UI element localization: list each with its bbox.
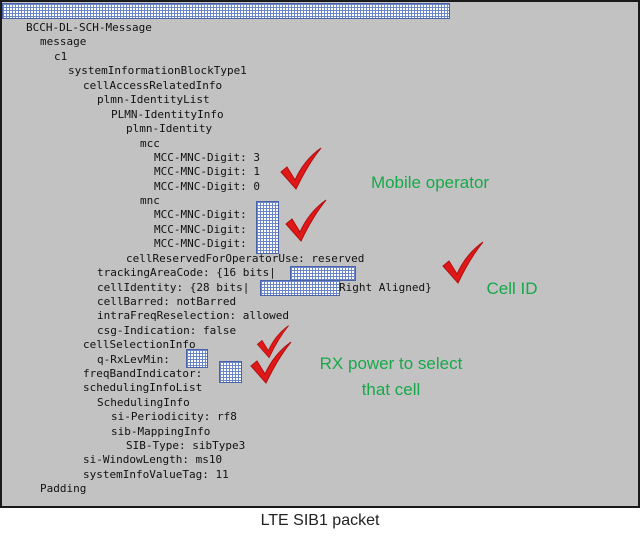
- tree-node-padding[interactable]: Padding: [40, 482, 86, 496]
- tree-node-intra-freq[interactable]: intraFreqReselection: allowed: [97, 309, 289, 323]
- tree-node-value-tag[interactable]: systemInfoValueTag: 11: [83, 468, 229, 482]
- redacted-mnc-digits: [256, 201, 279, 254]
- mcc-digit-2[interactable]: MCC-MNC-Digit: 1: [154, 165, 260, 179]
- redacted-cell-identity: [260, 280, 340, 296]
- annotation-rx-power-line2: that cell: [361, 380, 421, 399]
- figure-caption: LTE SIB1 packet: [260, 512, 380, 529]
- tree-node-message[interactable]: message: [40, 35, 86, 49]
- tree-node-cell-access[interactable]: cellAccessRelatedInfo: [83, 79, 222, 93]
- redacted-tracking-area-code: [290, 266, 356, 281]
- redacted-q-rxlevmin: [186, 349, 208, 368]
- tree-node-c1[interactable]: c1: [54, 50, 67, 64]
- tree-node-cell-barred[interactable]: cellBarred: notBarred: [97, 295, 236, 309]
- mcc-digit-3[interactable]: MCC-MNC-Digit: 0: [154, 180, 260, 194]
- tree-node-csg[interactable]: csg-Indication: false: [97, 324, 236, 338]
- tree-node-freq-band[interactable]: freqBandIndicator:: [83, 367, 202, 381]
- tree-node-plmn-identity[interactable]: plmn-Identity: [126, 122, 212, 136]
- tree-node-sib1[interactable]: systemInformationBlockType1: [68, 64, 247, 78]
- tree-node-sib-mapping[interactable]: sib-MappingInfo: [111, 425, 210, 439]
- tree-node-si-periodicity[interactable]: si-Periodicity: rf8: [111, 410, 237, 424]
- tree-node-sib-type[interactable]: SIB-Type: sibType3: [126, 439, 245, 453]
- tree-node-bcch[interactable]: BCCH-DL-SCH-Message: [26, 21, 152, 35]
- check-icon-freq-band: [250, 341, 292, 384]
- annotation-cell-id: Cell ID: [486, 279, 538, 298]
- tree-node-si-window[interactable]: si-WindowLength: ms10: [83, 453, 222, 467]
- annotation-mobile-operator: Mobile operator: [370, 173, 490, 192]
- tree-node-tracking-area[interactable]: trackingAreaCode: {16 bits|: [97, 266, 276, 280]
- check-icon-mnc: [285, 199, 327, 242]
- tree-node-plmn-info[interactable]: PLMN-IdentityInfo: [111, 108, 224, 122]
- redacted-header: [2, 3, 450, 19]
- redacted-freq-band: [219, 361, 242, 383]
- tree-node-scheduling-list[interactable]: schedulingInfoList: [83, 381, 202, 395]
- annotation-rx-power-line1: RX power to select: [319, 354, 463, 373]
- cell-identity-alignment: Right Aligned}: [339, 281, 432, 294]
- tree-node-cell-identity[interactable]: cellIdentity: {28 bits|: [97, 281, 249, 295]
- check-icon-mcc: [280, 147, 322, 190]
- mnc-digit-3[interactable]: MCC-MNC-Digit:: [154, 237, 247, 251]
- mcc-digit-1[interactable]: MCC-MNC-Digit: 3: [154, 151, 260, 165]
- tree-node-mcc[interactable]: mcc: [140, 137, 160, 151]
- mnc-digit-1[interactable]: MCC-MNC-Digit:: [154, 208, 247, 222]
- tree-node-cell-selection[interactable]: cellSelectionInfo: [83, 338, 196, 352]
- tree-node-scheduling-info[interactable]: SchedulingInfo: [97, 396, 190, 410]
- tree-node-cell-reserved[interactable]: cellReservedForOperatorUse: reserved: [126, 252, 364, 266]
- tree-node-mnc[interactable]: mnc: [140, 194, 160, 208]
- tree-node-plmn-list[interactable]: plmn-IdentityList: [97, 93, 210, 107]
- mnc-digit-2[interactable]: MCC-MNC-Digit:: [154, 223, 247, 237]
- tree-node-q-rxlevmin[interactable]: q-RxLevMin:: [97, 353, 170, 367]
